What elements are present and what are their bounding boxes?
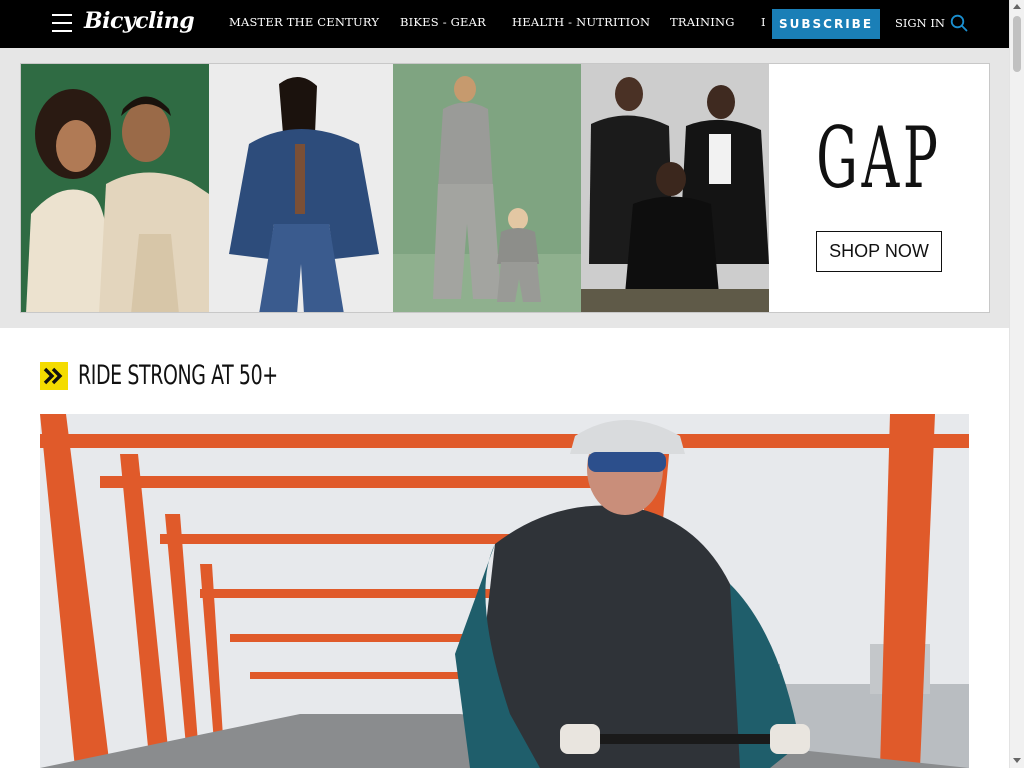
hero-image-cyclist[interactable] [40,414,969,768]
scroll-down-arrow-icon[interactable] [1013,758,1021,763]
ad-photo-couple [21,64,209,312]
scroll-up-arrow-icon[interactable] [1013,4,1021,9]
nav-item-bikes-gear[interactable]: BIKES - GEAR [400,15,486,29]
page-scrollbar[interactable] [1009,0,1024,768]
subscribe-button[interactable]: SUBSCRIBE [772,9,880,39]
shop-now-button[interactable]: SHOP NOW [816,231,942,272]
site-logo[interactable]: Bicycling [84,8,195,34]
gap-logo: GAP [816,109,942,207]
nav-item-master-the-century[interactable]: MASTER THE CENTURY [229,15,379,29]
sign-in-link[interactable]: SIGN IN [895,16,945,30]
menu-icon[interactable] [52,14,72,32]
ad-photo-grey-outfits [393,64,581,312]
scroll-thumb[interactable] [1013,16,1021,72]
ad-photo-denim [209,64,393,312]
nav-item-training[interactable]: TRAINING [670,15,735,29]
ad-photo-group [581,64,769,312]
nav-item-health-nutrition[interactable]: HEALTH - NUTRITION [512,15,650,29]
gap-banner-ad[interactable]: GAP SHOP NOW [20,63,990,313]
site-header: Bicycling MASTER THE CENTURY BIKES - GEA… [0,0,1009,48]
section-title[interactable]: RIDE STRONG AT 50+ [78,360,278,391]
ad-container: GAP SHOP NOW [0,48,1009,328]
double-chevron-icon [40,362,68,390]
nav-item-truncated[interactable]: I [761,15,766,29]
search-icon[interactable] [950,14,968,32]
main-nav: MASTER THE CENTURY BIKES - GEAR HEALTH -… [229,0,767,48]
